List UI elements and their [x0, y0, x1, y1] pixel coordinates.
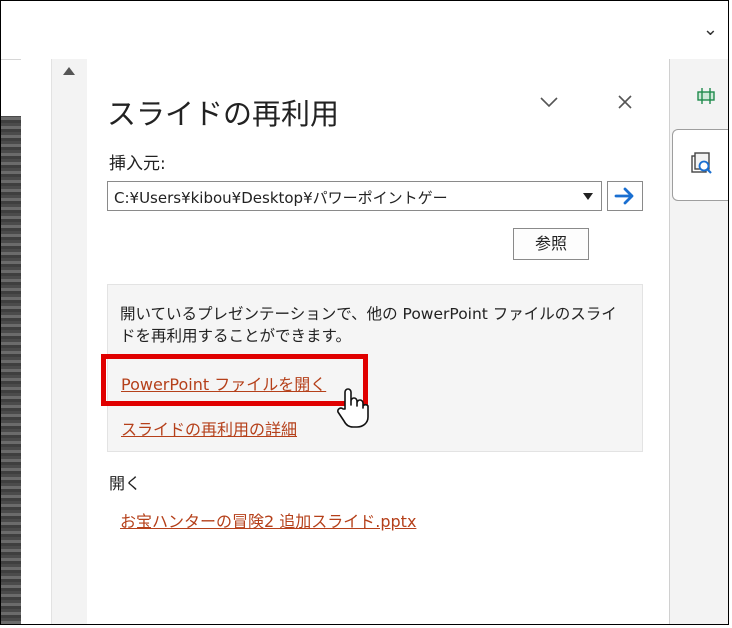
pane-options-chevron-down-icon[interactable]: [539, 89, 559, 114]
highlight-box: [101, 354, 368, 406]
info-text: 開いているプレゼンテーションで、他の PowerPoint ファイルのスライドを…: [120, 305, 617, 345]
reuse-slides-tab[interactable]: [672, 129, 728, 201]
top-bar: ⌄: [1, 1, 728, 60]
insert-from-path-select[interactable]: C:¥Users¥kibou¥Desktop¥パワーポイントゲー: [107, 181, 602, 211]
insert-from-label: 挿入元:: [109, 154, 166, 174]
reuse-slides-pane: スライドの再利用 挿入元: C:¥Users¥kibou¥Desktop¥パワー…: [87, 59, 670, 624]
reuse-slides-details-link[interactable]: スライドの再利用の詳細: [121, 416, 297, 440]
scrollbar[interactable]: [51, 59, 87, 624]
close-icon[interactable]: [617, 91, 633, 116]
dropdown-arrow-icon[interactable]: [583, 193, 593, 200]
pane-gap: [21, 59, 51, 624]
recent-file-link[interactable]: お宝ハンターの冒険2 追加スライド.pptx: [120, 508, 416, 532]
guides-icon[interactable]: [696, 87, 716, 109]
scroll-up-arrow-icon[interactable]: [63, 67, 75, 75]
path-value: C:¥Users¥kibou¥Desktop¥パワーポイントゲー: [114, 189, 448, 207]
right-task-rail: [670, 59, 728, 624]
arrow-right-icon: [614, 187, 634, 205]
slide-thumbnail-edge: [1, 116, 21, 624]
window: ⌄ スライドの再利用 挿入元: C:¥Users¥kibou¥Desktop¥パ…: [0, 0, 729, 625]
browse-button[interactable]: 参照: [513, 228, 589, 260]
open-section-label: 開く: [109, 474, 142, 493]
pane-title: スライドの再利用: [107, 97, 340, 131]
chevron-down-icon[interactable]: ⌄: [703, 19, 718, 40]
reuse-slides-icon: [691, 152, 712, 174]
hand-pointer-icon: [335, 387, 369, 433]
go-button[interactable]: [607, 181, 643, 211]
